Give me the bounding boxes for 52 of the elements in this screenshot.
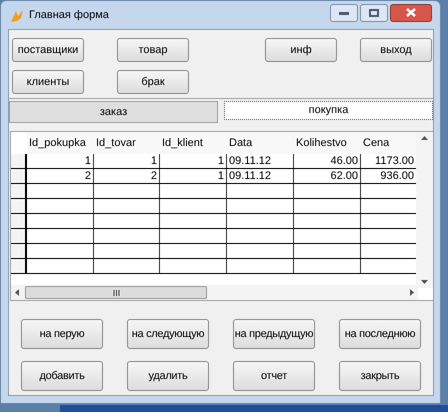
form-button[interactable]: добавить — [21, 361, 103, 391]
form-button[interactable]: на перую — [21, 319, 103, 349]
vertical-scrollbar[interactable] — [416, 132, 433, 288]
row-header[interactable] — [11, 154, 27, 168]
maximize-icon — [369, 8, 379, 16]
table-cell-text: 1 — [150, 154, 157, 169]
table-cell-text: 1 — [84, 154, 91, 169]
form-button[interactable]: выход — [360, 38, 432, 62]
table-cell-text: 1173.00 — [375, 154, 414, 169]
window-title: Главная форма — [29, 8, 109, 24]
tab[interactable]: покупка — [224, 101, 433, 120]
scroll-thumb[interactable] — [25, 286, 207, 299]
table-cell-text: 1 — [218, 154, 224, 169]
table-cell-text: 936.00 — [380, 168, 414, 184]
table-cell-text: 46.00 — [330, 154, 358, 169]
close-button[interactable] — [390, 4, 432, 22]
row-header[interactable] — [11, 244, 27, 258]
horizontal-scrollbar[interactable] — [11, 285, 418, 300]
scroll-left-icon — [15, 289, 19, 296]
table-cell-text: 62.00 — [330, 168, 358, 184]
form-button[interactable]: на следующую — [127, 319, 209, 349]
form-button[interactable]: поставщики — [12, 38, 84, 62]
form-button[interactable]: отчет — [233, 361, 315, 391]
form-button[interactable]: брак — [117, 70, 189, 94]
row-header[interactable] — [11, 184, 27, 198]
form-button[interactable]: закрыть — [339, 361, 421, 391]
minimize-button[interactable] — [330, 4, 358, 22]
scroll-up-icon — [421, 136, 428, 140]
form-button[interactable]: инф — [265, 38, 337, 62]
row-header[interactable] — [11, 229, 27, 243]
form-button[interactable]: на предыдущую — [233, 319, 315, 349]
app-icon — [9, 8, 25, 24]
close-icon — [406, 8, 416, 17]
maximize-button[interactable] — [360, 4, 388, 22]
row-header[interactable] — [11, 214, 27, 228]
grip-icon — [112, 290, 120, 296]
table-cell-text: 09.11.12 — [229, 154, 272, 169]
row-header[interactable] — [11, 199, 27, 213]
table-cell-text: 1 — [218, 168, 224, 184]
scroll-right-icon — [410, 289, 414, 296]
row-header[interactable] — [11, 169, 27, 183]
form-button[interactable]: клиенты — [12, 70, 84, 94]
row-header[interactable] — [11, 259, 27, 273]
form-button[interactable]: товар — [117, 38, 189, 62]
table-cell-text: 2 — [84, 168, 91, 184]
tab[interactable]: заказ — [9, 101, 218, 123]
form-button[interactable]: удалить — [127, 361, 209, 391]
form-button[interactable]: на последнюю — [339, 319, 421, 349]
table-cell-text: 09.11.12 — [229, 168, 272, 184]
table-cell-text: 2 — [150, 168, 157, 184]
scroll-down-icon — [421, 280, 428, 284]
minimize-icon — [339, 10, 349, 14]
